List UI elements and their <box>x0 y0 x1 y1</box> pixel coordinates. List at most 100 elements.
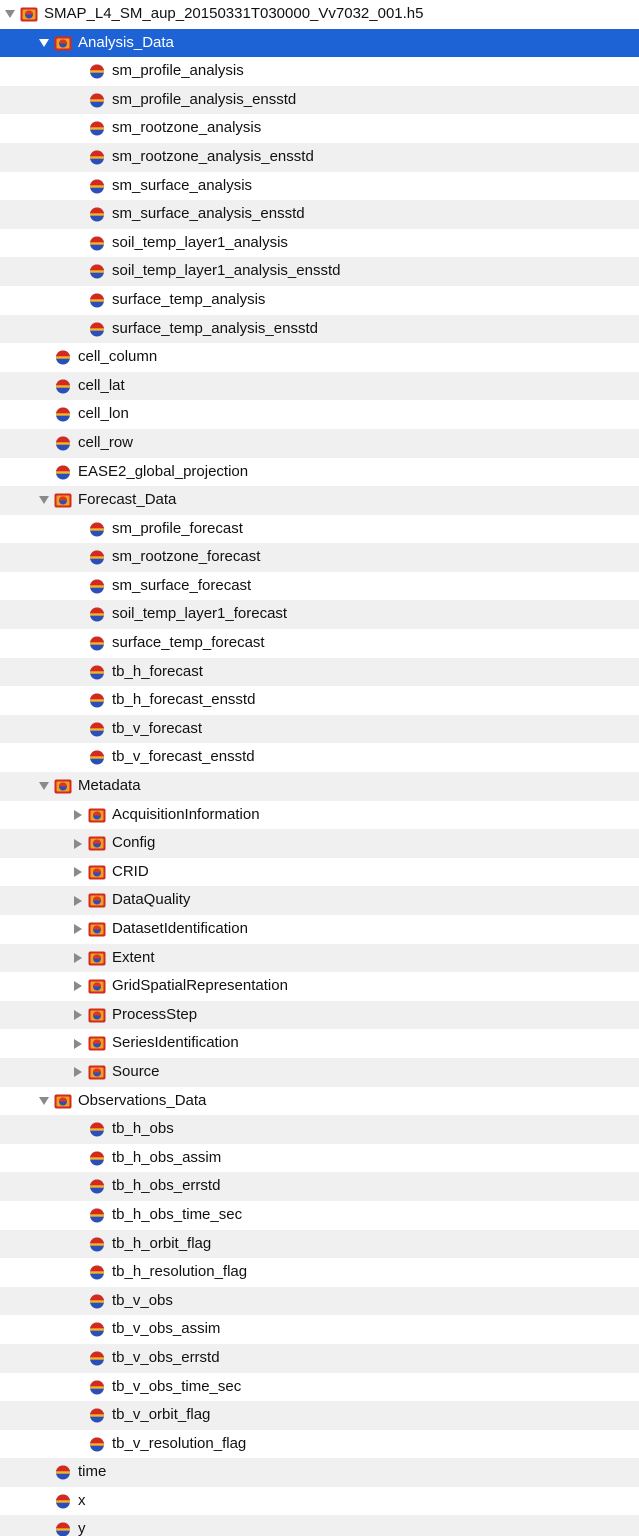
tree-item-label: CRID <box>112 862 149 880</box>
tree-group-crid[interactable]: CRID <box>0 858 639 887</box>
tree-item-label: Source <box>112 1062 160 1080</box>
tree-group-analysis-data[interactable]: Analysis_Data <box>0 28 639 58</box>
tree-dataset-surface-temp-analysis[interactable]: surface_temp_analysis <box>0 286 639 315</box>
tree-dataset-tb-h-forecast-ensstd[interactable]: tb_h_forecast_ensstd <box>0 686 639 715</box>
tree-item-label: DataQuality <box>112 891 191 909</box>
tree-item-label: tb_v_orbit_flag <box>112 1406 211 1424</box>
disclosure-triangle-collapsed-icon[interactable] <box>72 858 84 887</box>
tree-group-acquisitioninformation[interactable]: AcquisitionInformation <box>0 801 639 830</box>
tree-dataset-cell-row[interactable]: cell_row <box>0 428 639 458</box>
tree-dataset-ease2-global-projection[interactable]: EASE2_global_projection <box>0 458 639 487</box>
hdf-dataset-icon <box>88 635 106 652</box>
hdf-dataset-icon <box>88 1379 106 1396</box>
tree-item-label: soil_temp_layer1_analysis <box>112 233 288 251</box>
disclosure-triangle-collapsed-icon[interactable] <box>72 801 84 830</box>
tree-group-dataquality[interactable]: DataQuality <box>0 886 639 915</box>
tree-dataset-tb-h-obs[interactable]: tb_h_obs <box>0 1115 639 1144</box>
tree-dataset-sm-profile-analysis[interactable]: sm_profile_analysis <box>0 57 639 86</box>
hdf-dataset-icon <box>88 721 106 738</box>
tree-dataset-sm-surface-analysis[interactable]: sm_surface_analysis <box>0 172 639 201</box>
tree-group-processstep[interactable]: ProcessStep <box>0 1000 639 1030</box>
tree-dataset-tb-v-resolution-flag[interactable]: tb_v_resolution_flag <box>0 1430 639 1459</box>
tree-dataset-sm-surface-forecast[interactable]: sm_surface_forecast <box>0 572 639 601</box>
disclosure-triangle-expanded-icon[interactable] <box>38 772 50 801</box>
tree-item-label: cell_column <box>78 348 158 366</box>
tree-group-seriesidentification[interactable]: SeriesIdentification <box>0 1029 639 1058</box>
tree-dataset-tb-v-orbit-flag[interactable]: tb_v_orbit_flag <box>0 1401 639 1430</box>
hdf-dataset-icon <box>54 406 72 423</box>
tree-item-label: soil_temp_layer1_analysis_ensstd <box>112 262 341 280</box>
tree-item-label: surface_temp_analysis <box>112 290 266 308</box>
tree-item-label: sm_rootzone_forecast <box>112 548 261 566</box>
tree-dataset-sm-surface-analysis-ensstd[interactable]: sm_surface_analysis_ensstd <box>0 200 639 229</box>
tree-dataset-cell-column[interactable]: cell_column <box>0 343 639 372</box>
hdf-dataset-icon <box>88 1321 106 1338</box>
tree-dataset-sm-profile-forecast[interactable]: sm_profile_forecast <box>0 515 639 544</box>
disclosure-triangle-collapsed-icon[interactable] <box>72 944 84 973</box>
hdf-dataset-icon <box>88 521 106 538</box>
tree-dataset-tb-v-obs-time-sec[interactable]: tb_v_obs_time_sec <box>0 1373 639 1402</box>
disclosure-triangle-expanded-icon[interactable] <box>38 486 50 515</box>
disclosure-triangle-collapsed-icon[interactable] <box>72 915 84 944</box>
hdf-group-icon <box>54 778 72 795</box>
tree-dataset-cell-lat[interactable]: cell_lat <box>0 371 639 401</box>
tree-dataset-tb-h-obs-time-sec[interactable]: tb_h_obs_time_sec <box>0 1201 639 1230</box>
tree-dataset-sm-profile-analysis-ensstd[interactable]: sm_profile_analysis_ensstd <box>0 85 639 115</box>
tree-group-source[interactable]: Source <box>0 1057 639 1087</box>
hdf-dataset-icon <box>88 1293 106 1310</box>
hdf-dataset-icon <box>88 1150 106 1167</box>
tree-dataset-tb-v-forecast-ensstd[interactable]: tb_v_forecast_ensstd <box>0 743 639 772</box>
tree-item-label: DatasetIdentification <box>112 920 248 937</box>
tree-dataset-soil-temp-layer1-forecast[interactable]: soil_temp_layer1_forecast <box>0 600 639 630</box>
tree-item-label: tb_v_forecast <box>112 719 203 737</box>
tree-dataset-tb-h-resolution-flag[interactable]: tb_h_resolution_flag <box>0 1258 639 1287</box>
tree-dataset-surface-temp-analysis-ensstd[interactable]: surface_temp_analysis_ensstd <box>0 314 639 344</box>
hdf-group-icon <box>88 835 106 852</box>
tree-group-gridspatialrepresentation[interactable]: GridSpatialRepresentation <box>0 972 639 1001</box>
tree-group-extent[interactable]: Extent <box>0 943 639 973</box>
disclosure-triangle-collapsed-icon[interactable] <box>72 1029 84 1058</box>
hdf-group-icon <box>88 1007 106 1024</box>
tree-item-label: sm_rootzone_analysis <box>112 119 262 137</box>
disclosure-triangle-collapsed-icon[interactable] <box>72 886 84 915</box>
tree-dataset-soil-temp-layer1-analysis-ensstd[interactable]: soil_temp_layer1_analysis_ensstd <box>0 257 639 286</box>
tree-dataset-surface-temp-forecast[interactable]: surface_temp_forecast <box>0 629 639 658</box>
disclosure-triangle-collapsed-icon[interactable] <box>72 1001 84 1030</box>
tree-dataset-tb-h-orbit-flag[interactable]: tb_h_orbit_flag <box>0 1229 639 1259</box>
tree-group-metadata[interactable]: Metadata <box>0 772 639 801</box>
tree-dataset-y[interactable]: y <box>0 1515 639 1536</box>
tree-group-config[interactable]: Config <box>0 829 639 858</box>
tree-dataset-soil-temp-layer1-analysis[interactable]: soil_temp_layer1_analysis <box>0 229 639 258</box>
hdf-group-icon <box>88 950 106 967</box>
hdf-dataset-icon <box>88 235 106 252</box>
hdf-group-icon <box>88 978 106 995</box>
hdf-dataset-icon <box>88 549 106 566</box>
tree-dataset-tb-v-forecast[interactable]: tb_v_forecast <box>0 714 639 744</box>
disclosure-triangle-collapsed-icon[interactable] <box>72 972 84 1001</box>
disclosure-triangle-collapsed-icon[interactable] <box>72 1058 84 1087</box>
tree-dataset-sm-rootzone-analysis[interactable]: sm_rootzone_analysis <box>0 114 639 143</box>
tree-group-forecast-data[interactable]: Forecast_Data <box>0 486 639 515</box>
tree-dataset-cell-lon[interactable]: cell_lon <box>0 400 639 429</box>
tree-group-smap-l4-sm-aup-20150331t030000-vv7032-001-h5[interactable]: SMAP_L4_SM_aup_20150331T030000_Vv7032_00… <box>0 0 639 29</box>
hdf-group-icon <box>54 492 72 509</box>
tree-item-label: surface_temp_analysis_ensstd <box>112 319 318 337</box>
disclosure-triangle-expanded-icon[interactable] <box>38 1087 50 1116</box>
tree-dataset-tb-v-obs-assim[interactable]: tb_v_obs_assim <box>0 1315 639 1344</box>
tree-dataset-time[interactable]: time <box>0 1458 639 1487</box>
disclosure-triangle-expanded-icon[interactable] <box>38 29 50 58</box>
tree-dataset-tb-h-forecast[interactable]: tb_h_forecast <box>0 657 639 687</box>
tree-item-label: AcquisitionInformation <box>112 805 260 823</box>
tree-dataset-tb-v-obs[interactable]: tb_v_obs <box>0 1286 639 1316</box>
tree-dataset-x[interactable]: x <box>0 1487 639 1516</box>
tree-group-datasetidentification[interactable]: DatasetIdentification <box>0 915 639 944</box>
disclosure-triangle-collapsed-icon[interactable] <box>72 829 84 858</box>
tree-dataset-tb-v-obs-errstd[interactable]: tb_v_obs_errstd <box>0 1343 639 1373</box>
tree-dataset-sm-rootzone-analysis-ensstd[interactable]: sm_rootzone_analysis_ensstd <box>0 142 639 172</box>
tree-item-label: tb_h_forecast_ensstd <box>112 691 256 709</box>
tree-dataset-sm-rootzone-forecast[interactable]: sm_rootzone_forecast <box>0 543 639 572</box>
tree-dataset-tb-h-obs-errstd[interactable]: tb_h_obs_errstd <box>0 1172 639 1201</box>
disclosure-triangle-expanded-icon[interactable] <box>4 0 16 29</box>
tree-dataset-tb-h-obs-assim[interactable]: tb_h_obs_assim <box>0 1144 639 1173</box>
tree-group-observations-data[interactable]: Observations_Data <box>0 1087 639 1116</box>
